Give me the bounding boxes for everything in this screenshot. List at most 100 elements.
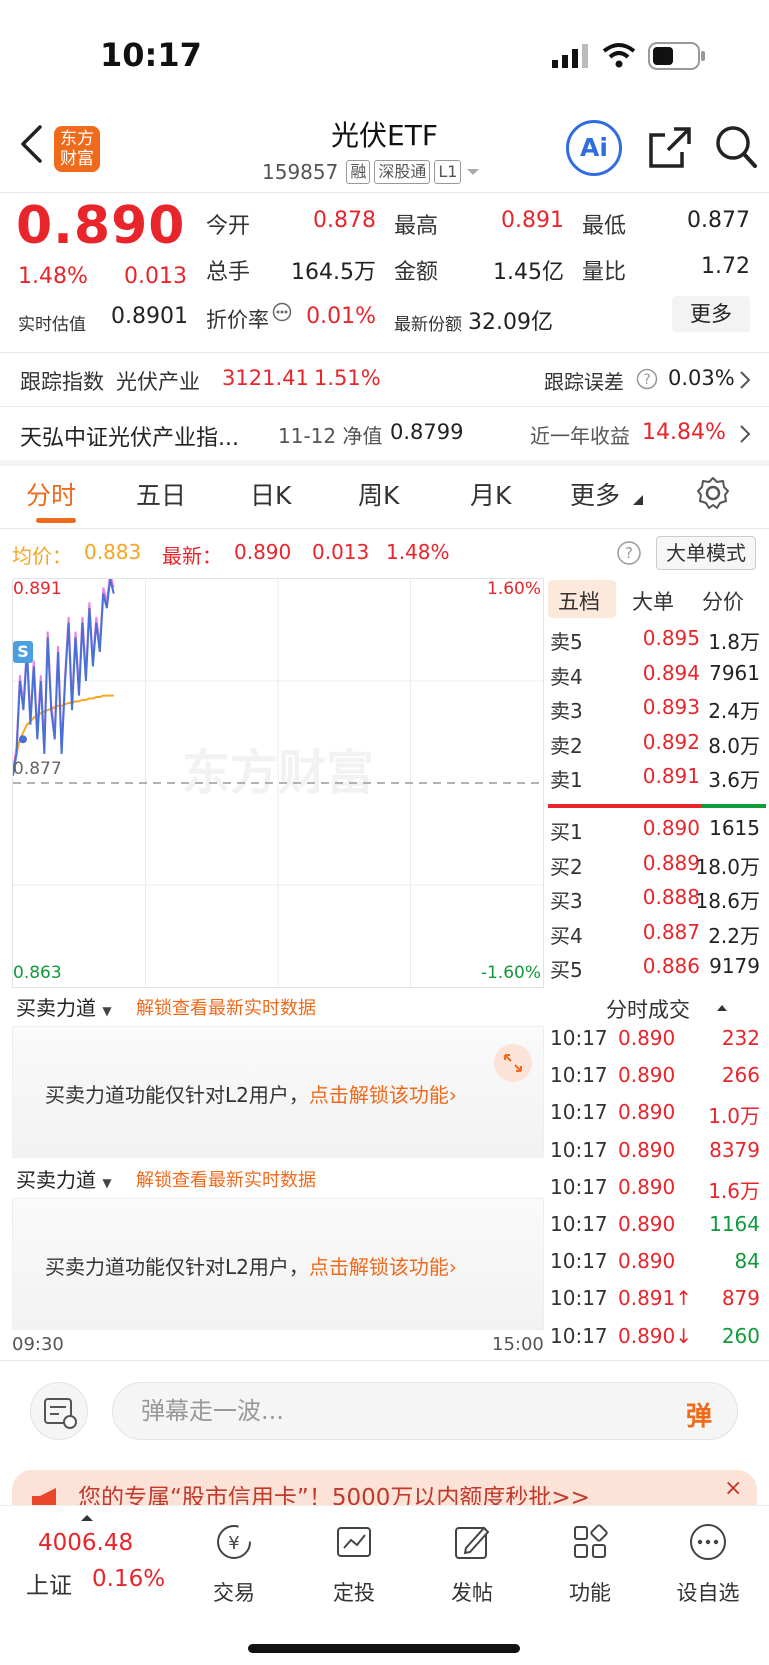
last-price: 0.890 [16, 196, 186, 256]
unlock-realtime-link[interactable]: 解锁查看最新实时数据 [136, 994, 316, 1020]
big-order-mode-button[interactable]: 大单模式 [656, 536, 756, 570]
ai-assistant-button[interactable]: Ai [566, 120, 622, 176]
unlock-feature-link[interactable]: 点击解锁该功能 [309, 1255, 449, 1279]
dropdown-caret-icon[interactable] [465, 167, 481, 177]
info-dots-icon[interactable] [272, 302, 292, 322]
order-book-buy-row[interactable]: 买1 0.890 1615 [546, 816, 766, 850]
tag-connect: 深股通 [374, 160, 431, 184]
tab-functions[interactable]: 功能 [540, 1520, 640, 1607]
indicator-select[interactable]: 买卖力道 ▼ [16, 1164, 112, 1193]
tab-functions-label: 功能 [569, 1581, 611, 1605]
promo-banner[interactable]: 您的专属“股市信用卡”！5000万以内额度秒批>> × [12, 1470, 757, 1510]
tag-level: L1 [434, 160, 462, 184]
locked-message: 买卖力道功能仅针对L2用户，点击解锁该功能› [45, 1079, 457, 1108]
help-icon[interactable]: ? [636, 368, 658, 390]
danmu-toggle-button[interactable]: 弹 [686, 1396, 712, 1433]
panel-head-1: 买卖力道 ▼ 解锁查看最新实时数据 [12, 990, 544, 1024]
level-price: 0.888 [642, 885, 700, 909]
tick-row: 10:17 0.890 1164 [546, 1212, 766, 1248]
signal-marker[interactable]: S [13, 641, 33, 663]
search-icon[interactable] [714, 124, 758, 172]
indicator-select[interactable]: 买卖力道 ▼ [16, 992, 112, 1021]
tracking-index-label: 跟踪指数 [20, 370, 104, 394]
level-label: 卖4 [550, 664, 583, 689]
order-book-sell-row[interactable]: 卖2 0.892 8.0万 [546, 730, 766, 764]
level-label: 卖2 [550, 733, 583, 758]
order-book-sell-row[interactable]: 卖3 0.893 2.4万 [546, 695, 766, 729]
intraday-chart[interactable]: 东方财富 S 0.891 1.60% 0.877 0.863 -1.60% [12, 578, 544, 988]
level-price: 0.890 [642, 816, 700, 840]
tab-big-orders[interactable]: 大单 [632, 586, 674, 616]
fund-row[interactable]: 天弘中证光伏产业指... 11-12 净值 0.8799 近一年收益 14.84… [0, 406, 769, 460]
tab-more[interactable]: 更多 [570, 476, 620, 512]
index-value[interactable]: 4006.48 [38, 1530, 133, 1556]
tab-five-levels[interactable]: 五档 [558, 586, 600, 616]
order-book-buy-row[interactable]: 买5 0.886 9179 [546, 954, 766, 988]
discount-value: 0.01% [306, 304, 376, 329]
fund-nav-value: 0.8799 [390, 420, 464, 444]
discount-label: 折价率 [206, 308, 269, 332]
tab-weekly-k[interactable]: 周K [358, 476, 399, 512]
level-volume: 3.6万 [708, 768, 760, 792]
ticks-header[interactable]: 分时成交 [546, 992, 769, 1024]
svg-text:?: ? [625, 544, 633, 562]
tick-volume: 260 [721, 1323, 760, 1348]
comment-settings-button[interactable] [30, 1382, 88, 1440]
level-label: 卖5 [550, 630, 583, 654]
index-pct[interactable]: 0.16% [92, 1566, 165, 1592]
nav-header: 东方财富 光伏ETF 159857 融 深股通 L1 Ai [0, 110, 769, 192]
fund-yield-label: 近一年收益 [530, 424, 630, 448]
tick-price: 0.890 [618, 1174, 676, 1199]
order-book-sell-row[interactable]: 卖1 0.891 3.6万 [546, 764, 766, 798]
help-icon[interactable]: ? [616, 540, 642, 566]
order-book-buy-row[interactable]: 买4 0.887 2.2万 [546, 920, 766, 954]
buy-sell-ratio-bar [548, 804, 766, 808]
locked-message: 买卖力道功能仅针对L2用户，点击解锁该功能› [45, 1251, 457, 1280]
price-line [13, 579, 115, 776]
order-book-tabs: 五档 大单 分价 [546, 578, 769, 622]
latest-pct: 1.48% [386, 540, 450, 564]
tab-add-watchlist-label: 设自选 [676, 1581, 740, 1605]
order-book-buy-row[interactable]: 买3 0.888 18.6万 [546, 885, 766, 919]
settings-gear-icon[interactable] [696, 476, 730, 510]
share-icon[interactable] [648, 126, 692, 170]
banner-close-icon[interactable]: × [724, 1476, 742, 1501]
tick-price: 0.890 [618, 1212, 676, 1236]
index-name[interactable]: 上证 [26, 1566, 72, 1600]
indicator-select-label: 买卖力道 [16, 996, 96, 1020]
stock-code: 159857 [262, 160, 339, 184]
tab-active-indicator [36, 518, 76, 523]
tab-trade[interactable]: ¥ 交易 [184, 1520, 284, 1607]
danmu-input[interactable]: 弹幕走一波... [112, 1382, 738, 1440]
order-book-buy-row[interactable]: 买2 0.889 18.0万 [546, 851, 766, 885]
unlock-feature-link[interactable]: 点击解锁该功能 [309, 1083, 449, 1107]
level-label: 买4 [550, 923, 583, 948]
shares-value: 32.09亿 [468, 310, 553, 335]
tab-price-distribution[interactable]: 分价 [702, 586, 744, 616]
locked-message-text: 买卖力道功能仅针对L2用户， [45, 1083, 309, 1107]
chart-watermark: 东方财富 [182, 745, 374, 801]
more-button[interactable]: 更多 [672, 296, 750, 332]
tick-price: 0.890 [618, 1063, 676, 1088]
order-book-sell-row[interactable]: 卖4 0.894 7961 [546, 661, 766, 695]
chart-canvas: 东方财富 [13, 579, 543, 987]
tab-invest-plan[interactable]: 定投 [304, 1520, 404, 1607]
tick-time: 10:17 [550, 1137, 608, 1162]
level-volume: 7961 [709, 660, 760, 685]
y-ref-label: 0.877 [13, 759, 62, 779]
tab-daily-k[interactable]: 日K [250, 476, 291, 512]
danmu-settings-icon [44, 1398, 77, 1429]
volume-value: 164.5万 [291, 260, 376, 285]
tab-monthly-k[interactable]: 月K [470, 476, 511, 512]
unlock-realtime-link[interactable]: 解锁查看最新实时数据 [136, 1166, 316, 1192]
pct-max-label: 1.60% [486, 579, 541, 599]
tab-add-watchlist[interactable]: 设自选 [658, 1520, 758, 1607]
tab-intraday[interactable]: 分时 [26, 476, 76, 512]
expand-icon[interactable] [493, 1043, 533, 1083]
level-volume: 1615 [709, 816, 760, 840]
tab-five-day[interactable]: 五日 [136, 476, 186, 512]
tab-post[interactable]: 发帖 [422, 1520, 522, 1607]
tracking-row[interactable]: 跟踪指数 光伏产业 3121.41 1.51% 跟踪误差 ? 0.03% [0, 352, 769, 406]
shares-label: 最新份额 [394, 315, 462, 335]
order-book-sell-row[interactable]: 卖5 0.895 1.8万 [546, 626, 766, 660]
